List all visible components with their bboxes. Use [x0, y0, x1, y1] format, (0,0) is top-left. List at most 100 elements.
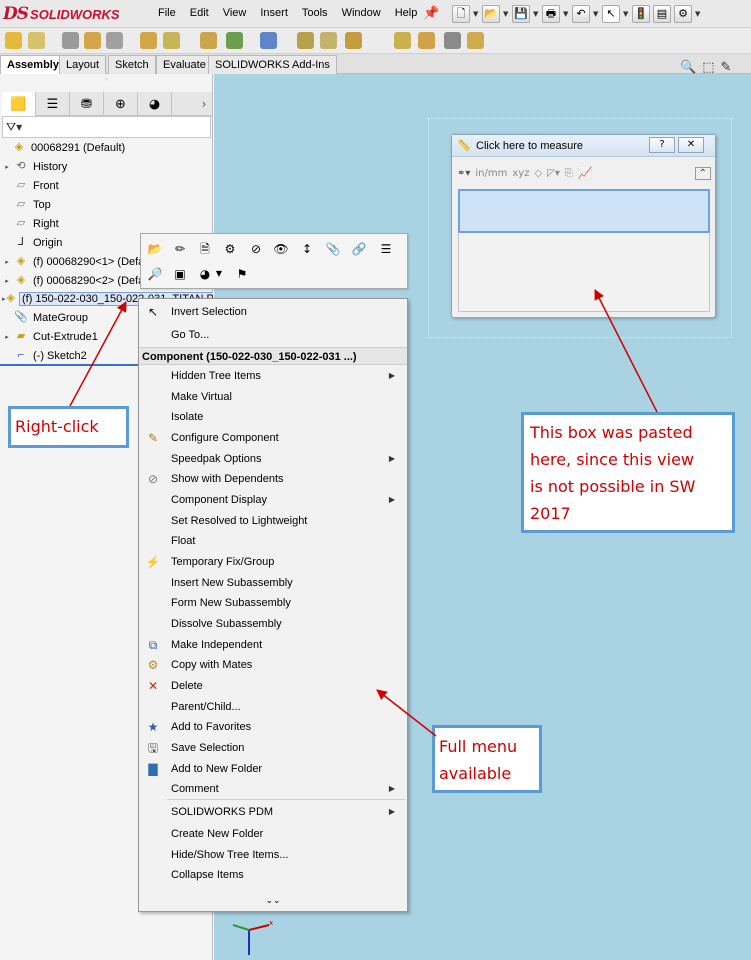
- menu-item-hidden-tree-items[interactable]: Hidden Tree Items ▶: [139, 366, 407, 386]
- menu-item-parent-child[interactable]: Parent/Child...: [139, 697, 407, 717]
- zoom-to-fit-icon[interactable]: 🔍: [680, 60, 696, 75]
- reference-geometry-icon[interactable]: [260, 32, 277, 49]
- update-speedpak-icon[interactable]: [418, 32, 435, 49]
- expand-chevron-icon[interactable]: ▸: [2, 295, 6, 303]
- menu-item-collapse-items[interactable]: Collapse Items: [139, 865, 407, 885]
- panel-splitter[interactable]: ◦: [0, 74, 213, 86]
- open-part-icon[interactable]: 📂: [146, 240, 164, 258]
- menu-item-float[interactable]: Float: [139, 531, 407, 551]
- show-hidden-icon[interactable]: [200, 32, 217, 49]
- pin-icon[interactable]: 📌: [423, 6, 439, 21]
- edit-part-icon[interactable]: ✏: [171, 240, 189, 258]
- expand-chevron-icon[interactable]: ▸: [2, 258, 12, 266]
- zoom-to-area-icon[interactable]: ⬚: [702, 60, 714, 75]
- measure-dialog[interactable]: 📏 Click here to measure ? ✕ ⚭▾ in/mm xyz…: [451, 134, 716, 318]
- chevron-down-icon[interactable]: ▼: [214, 265, 224, 283]
- select-pointer-icon[interactable]: ↖: [602, 5, 620, 23]
- chevron-down-icon[interactable]: ▼: [623, 10, 629, 18]
- smart-fasteners-icon[interactable]: [140, 32, 157, 49]
- snapshot-icon[interactable]: [444, 32, 461, 49]
- help-button[interactable]: ?: [649, 137, 675, 153]
- chevron-down-icon[interactable]: ▼: [593, 10, 599, 18]
- view-mates-icon[interactable]: ↕: [298, 240, 316, 258]
- tab-assembly[interactable]: Assembly: [0, 55, 66, 74]
- replace-component-icon[interactable]: 🗎: [196, 240, 214, 258]
- tree-item[interactable]: ▱ Right: [0, 214, 213, 233]
- menu-item-add-to-new-folder[interactable]: ▇ Add to New Folder: [139, 759, 407, 779]
- move-component-icon[interactable]: [163, 32, 180, 49]
- menu-item-make-independent[interactable]: ⧉ Make Independent: [139, 635, 407, 655]
- menu-item-add-to-favorites[interactable]: ★ Add to Favorites: [139, 717, 407, 737]
- save-icon[interactable]: 💾: [512, 5, 530, 23]
- menu-view[interactable]: View: [215, 7, 253, 19]
- measure-title[interactable]: Click here to measure: [476, 140, 583, 152]
- menu-edit[interactable]: Edit: [182, 7, 215, 19]
- expand-chevron-icon[interactable]: ▸: [2, 333, 12, 341]
- new-motion-study-icon[interactable]: [297, 32, 314, 49]
- menu-item-hide-show-tree-items[interactable]: Hide/Show Tree Items...: [139, 845, 407, 865]
- tree-item[interactable]: ▱ Top: [0, 195, 213, 214]
- dimxpert-tab-icon[interactable]: ⊕: [104, 92, 138, 116]
- tree-item[interactable]: ▱ Front: [0, 176, 213, 195]
- menu-window[interactable]: Window: [334, 7, 387, 19]
- chevron-down-icon[interactable]: ▼: [503, 10, 509, 18]
- measure-history-icon[interactable]: ⎘: [565, 168, 573, 179]
- traffic-light-icon[interactable]: 🚦: [632, 5, 650, 23]
- menu-tools[interactable]: Tools: [294, 7, 334, 19]
- tab-sketch[interactable]: Sketch: [108, 55, 156, 74]
- tree-item[interactable]: ▸ ⟲ History: [0, 157, 213, 176]
- options-gear-icon[interactable]: ⚙: [674, 5, 692, 23]
- collapse-icon[interactable]: ⌃: [694, 166, 711, 180]
- menu-item-comment[interactable]: Comment ▶: [139, 779, 407, 799]
- chevron-down-icon[interactable]: ▼: [473, 10, 479, 18]
- menu-file[interactable]: File: [150, 7, 182, 19]
- print-icon[interactable]: 🖶: [542, 5, 560, 23]
- menu-insert[interactable]: Insert: [252, 7, 294, 19]
- configuration-manager-tab-icon[interactable]: ⛃: [70, 92, 104, 116]
- measure-title-bar[interactable]: 📏 Click here to measure ? ✕: [452, 135, 715, 157]
- chevron-down-icon[interactable]: ▼: [533, 10, 539, 18]
- properties-icon[interactable]: ☰: [377, 240, 395, 258]
- arc-circle-measure-icon[interactable]: ⚭▾: [457, 168, 470, 179]
- mate-icon[interactable]: [62, 32, 79, 49]
- tree-filter[interactable]: ⛛▾: [2, 116, 211, 138]
- appearance-icon[interactable]: ◕: [196, 265, 214, 283]
- menu-item-insert-new-subassembly[interactable]: Insert New Subassembly: [139, 573, 407, 593]
- instant3d-icon[interactable]: [394, 32, 411, 49]
- change-transparency-icon[interactable]: ⚑: [233, 265, 251, 283]
- menu-item-component-display[interactable]: Component Display ▶: [139, 490, 407, 510]
- menu-item-copy-with-mates[interactable]: ⚙ Copy with Mates: [139, 655, 407, 675]
- expand-chevron-icon[interactable]: ▸: [2, 163, 12, 171]
- open-icon[interactable]: 📂: [482, 5, 500, 23]
- menu-item-form-new-subassembly[interactable]: Form New Subassembly: [139, 593, 407, 613]
- measure-selection-box[interactable]: [458, 189, 710, 233]
- menu-item-configure-component[interactable]: ✎ Configure Component: [139, 428, 407, 448]
- file-properties-icon[interactable]: ▤: [653, 5, 671, 23]
- mate-icon[interactable]: 📎: [324, 240, 342, 258]
- menu-item-save-selection[interactable]: 🖫 Save Selection: [139, 738, 407, 758]
- hide-icon[interactable]: ⊘: [247, 240, 265, 258]
- menu-help[interactable]: Help: [387, 7, 424, 19]
- view-mates-list-icon[interactable]: 🔗: [350, 240, 368, 258]
- expand-chevron-icon[interactable]: ▸: [2, 277, 12, 285]
- point-to-point-icon[interactable]: ◇: [534, 168, 542, 179]
- insert-components-icon[interactable]: [5, 32, 22, 49]
- menu-item-invert-selection[interactable]: ↖ Invert Selection: [139, 302, 407, 322]
- menu-item-solidworks-pdm[interactable]: SOLIDWORKS PDM ▶: [139, 802, 407, 822]
- menu-item-temporary-fix-group[interactable]: ⚡ Temporary Fix/Group: [139, 552, 407, 572]
- menu-item-create-new-folder[interactable]: Create New Folder: [139, 824, 407, 844]
- tab-layout[interactable]: Layout: [59, 55, 107, 74]
- chevron-right-icon[interactable]: ›: [196, 92, 212, 115]
- menu-item-delete[interactable]: ✕ Delete: [139, 676, 407, 696]
- new-document-icon[interactable]: 🗋: [452, 5, 470, 23]
- zoom-to-selection-icon[interactable]: 🔎: [146, 265, 164, 283]
- large-assembly-icon[interactable]: [467, 32, 484, 49]
- projection-icon[interactable]: ◸▾: [547, 168, 560, 179]
- chevron-down-icon[interactable]: ▼: [695, 10, 701, 18]
- filter-icon[interactable]: ⛛▾: [6, 120, 22, 135]
- tree-root-assembly[interactable]: ◈ 00068291 (Default): [0, 138, 213, 157]
- expand-menu-icon[interactable]: ⌄⌄: [139, 893, 407, 909]
- isolate-icon[interactable]: 👁: [272, 240, 290, 258]
- normal-to-icon[interactable]: ▣: [171, 265, 189, 283]
- menu-item-isolate[interactable]: Isolate: [139, 407, 407, 427]
